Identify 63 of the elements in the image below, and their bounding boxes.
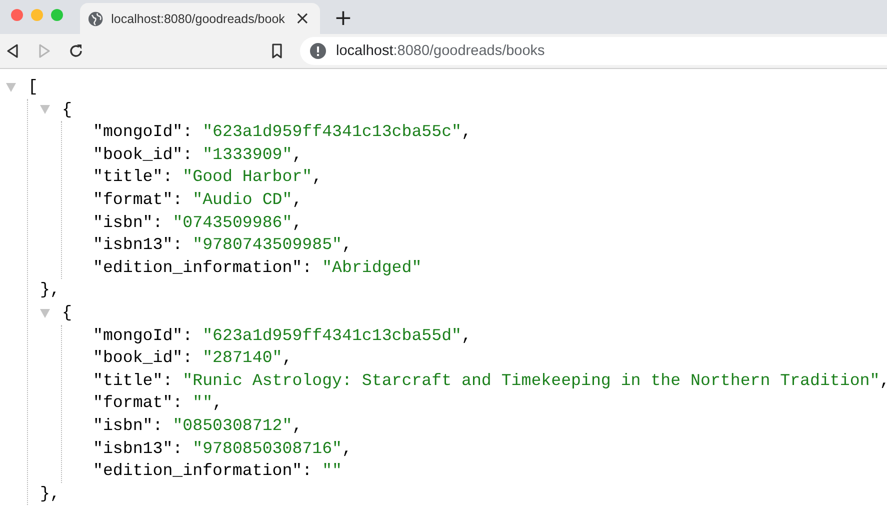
json-value: "Abridged" [322,256,422,279]
json-comma: , [292,414,302,437]
browser-tab[interactable]: localhost:8080/goodreads/book × [80,3,320,34]
url-path: :8080/goodreads/books [393,43,545,59]
json-brace: { [62,302,72,324]
json-value: "0743509986" [172,212,292,234]
json-key: "isbn": [93,212,163,234]
globe-icon [88,10,104,26]
json-comma: , [282,347,292,370]
json-key: "edition_information": [93,460,312,483]
json-value: "" [192,392,213,414]
expanded-triangle-icon[interactable] [40,308,50,318]
json-key: "title": [93,370,173,392]
json-comma: , [292,144,302,166]
json-value: "9780850308716" [192,438,342,460]
json-comma: , [342,438,352,460]
tab-title: localhost:8080/goodreads/book [111,12,285,26]
json-comma: , [462,324,472,347]
new-tab-button[interactable]: + [330,8,356,30]
json-value: "1333909" [202,144,292,166]
json-value: "623a1d959ff4341c13cba55d" [202,324,462,347]
json-comma: , [292,212,302,234]
json-comma: , [292,188,302,211]
json-brace: }, [40,482,60,505]
json-key: "mongoId": [93,324,193,348]
json-key: "edition_information": [93,256,312,280]
json-value: "287140" [202,347,282,370]
json-key: "isbn13": [93,438,183,460]
json-key: "format": [93,392,183,415]
reload-icon[interactable] [68,43,84,59]
back-icon[interactable] [6,43,20,59]
json-key: "book_id": [93,347,193,370]
expanded-triangle-icon[interactable] [40,105,50,114]
json-value: "9780743509985" [192,234,342,256]
json-key: "format": [93,188,183,212]
json-bracket: [ [28,76,38,98]
json-comma: , [312,166,322,188]
maximize-window-button[interactable] [51,9,63,21]
minimize-window-button[interactable] [31,9,43,21]
json-key: "mongoId": [93,121,193,144]
json-value: "623a1d959ff4341c13cba55c" [202,121,462,144]
url-host: localhost [336,43,394,59]
json-key: "title": [93,166,173,189]
json-key: "isbn": [93,414,163,438]
expanded-triangle-icon[interactable] [6,82,16,92]
json-value: "0850308712" [172,414,292,437]
json-brace: { [62,98,72,121]
bookmark-icon[interactable] [271,43,283,59]
json-comma: , [342,234,352,256]
json-value: "Audio CD" [192,188,292,211]
close-tab-button[interactable]: × [292,10,312,28]
json-comma: , [462,121,472,144]
json-comma: , [880,370,887,392]
json-value: "" [322,460,342,482]
json-brace: }, [40,279,60,302]
json-value: "Good Harbor" [182,166,312,188]
json-comma: , [212,392,223,414]
address-bar[interactable]: localhost:8080/goodreads/books [300,37,887,65]
close-window-button[interactable] [11,9,23,21]
json-key: "book_id": [93,144,193,166]
json-value: "Runic Astrology: Starcraft and Timekeeping in the Northern Tradition" [182,370,880,392]
json-key: "isbn13": [93,234,183,257]
warning-icon [310,43,326,59]
